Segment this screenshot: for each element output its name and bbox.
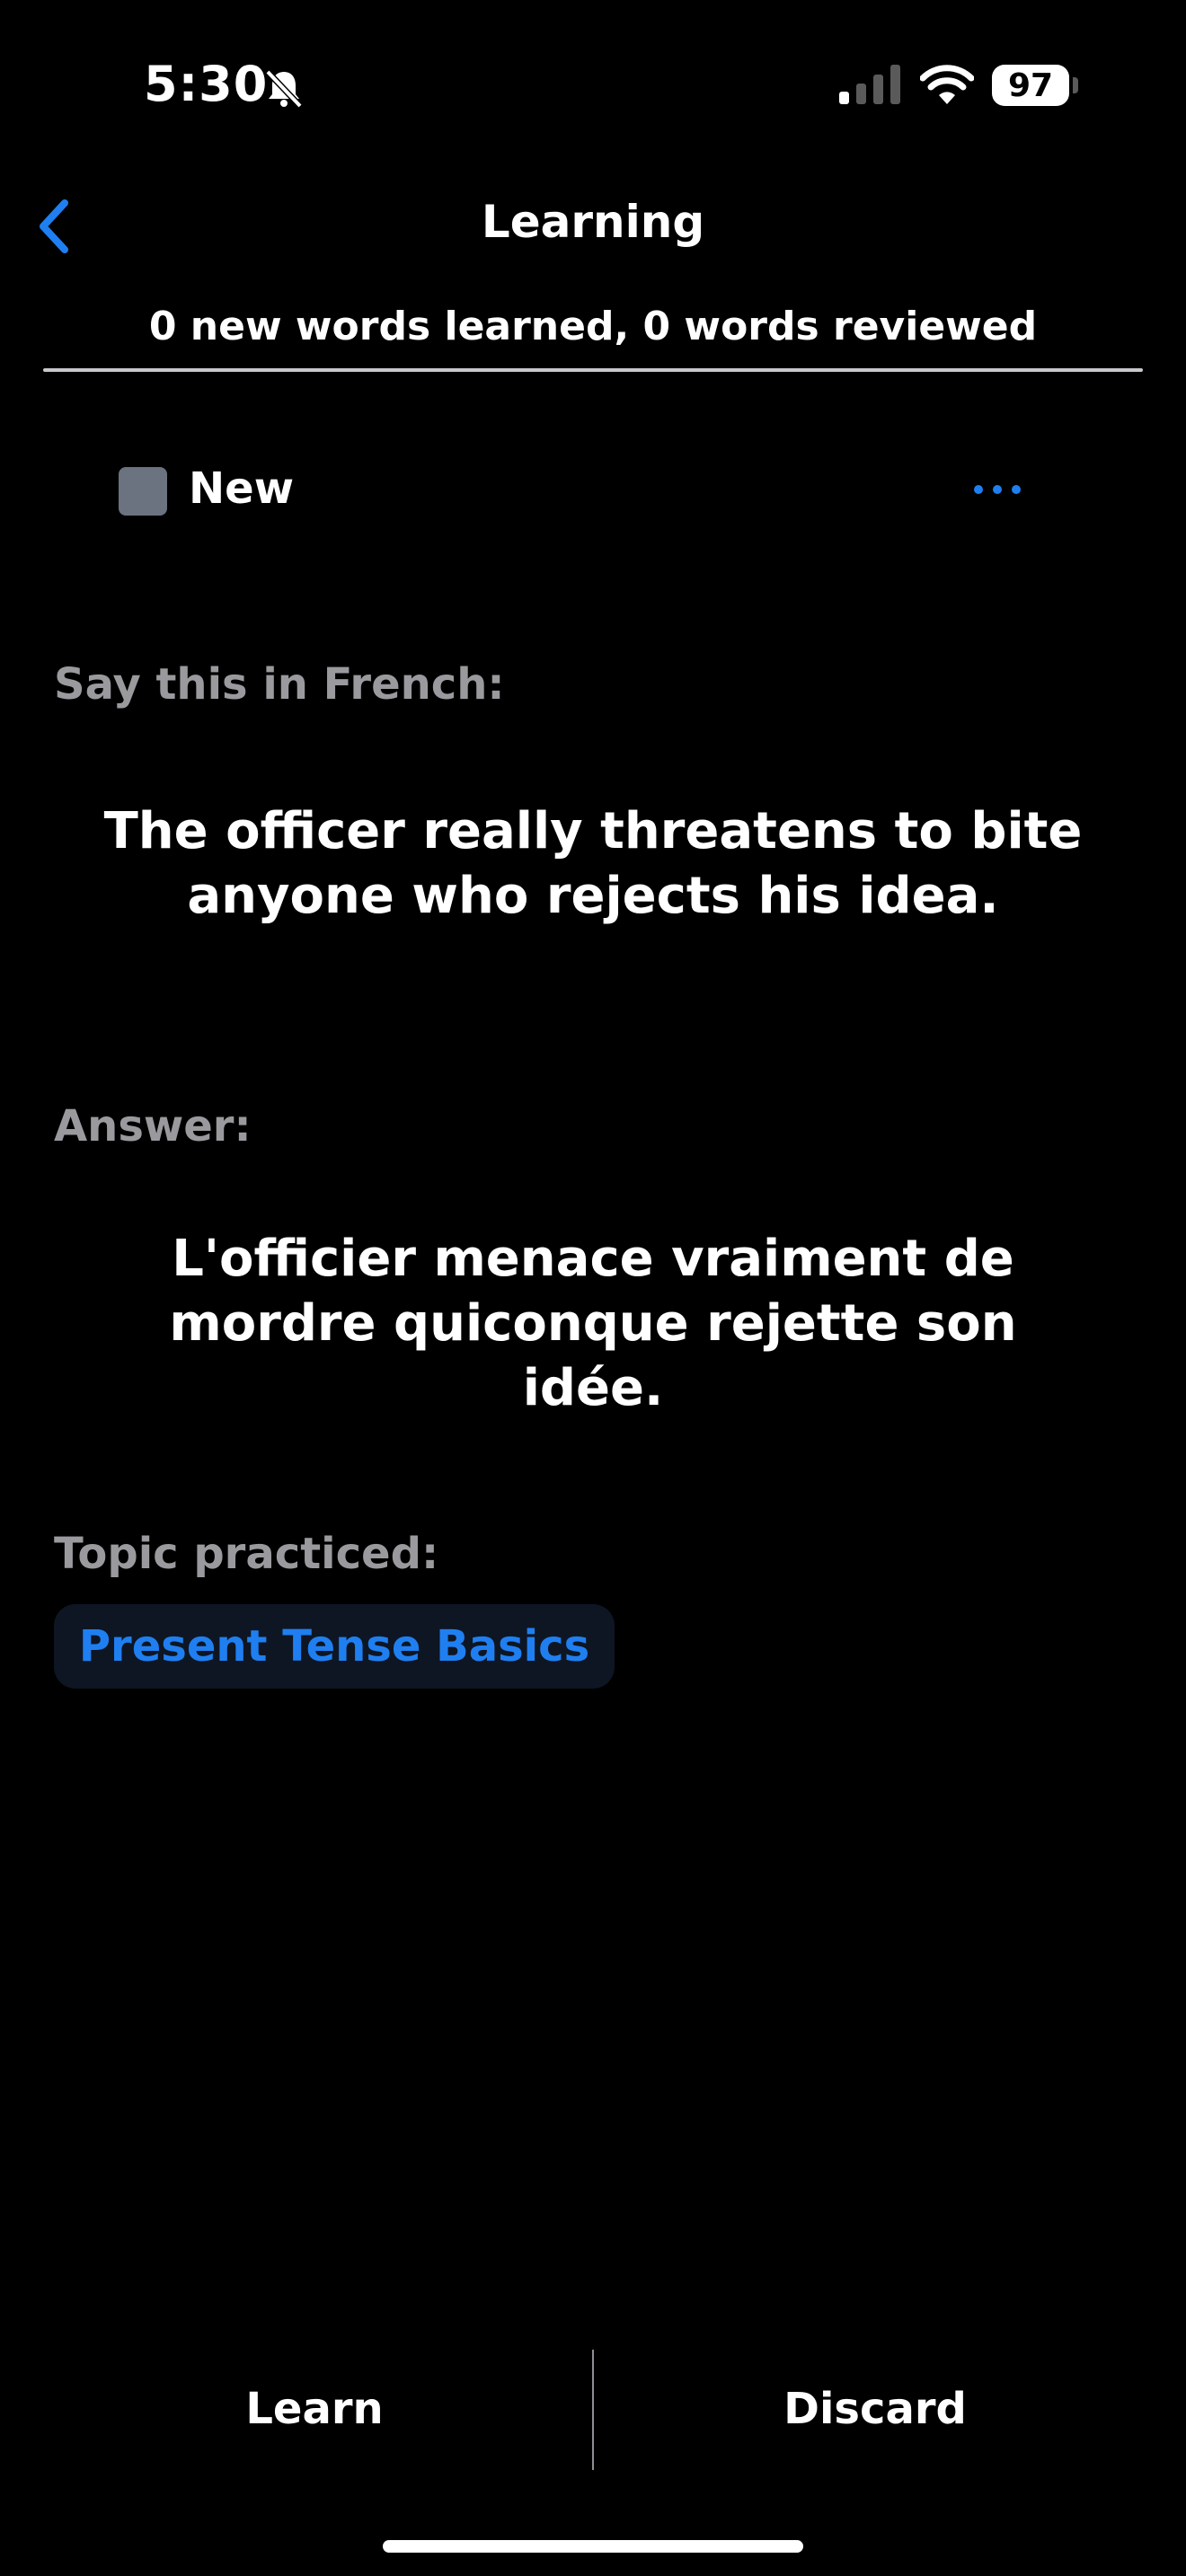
answer-line: idée. [522, 1359, 664, 1417]
status-label: New [189, 463, 295, 514]
home-indicator[interactable] [383, 2540, 803, 2553]
battery-tip [1073, 77, 1078, 93]
prompt-line: The officer really threatens to bite [103, 802, 1083, 860]
bell-muted-icon [265, 69, 303, 109]
wifi-icon [920, 65, 974, 104]
cellular-signal-icon [839, 65, 900, 104]
answer-line: L'officier menace vraiment de [172, 1230, 1014, 1288]
learn-button[interactable]: Learn [108, 2371, 521, 2447]
battery-indicator: 97 [992, 65, 1069, 106]
actions-divider [592, 2350, 594, 2470]
prompt-line: anyone who rejects his idea. [187, 867, 999, 925]
answer-line: mordre quiconque rejette son [169, 1294, 1017, 1353]
session-progress-text: 0 new words learned, 0 words reviewed [148, 304, 1038, 349]
discard-button[interactable]: Discard [668, 2371, 1082, 2447]
status-time: 5:30 [144, 56, 269, 112]
page-title: Learning [481, 196, 705, 248]
progress-divider [43, 368, 1143, 372]
answer-label: Answer: [54, 1101, 252, 1151]
prompt-sentence: The officer really threatens to bite any… [99, 799, 1087, 929]
status-color-indicator [119, 467, 167, 516]
answer-sentence: L'officier menace vraiment de mordre qui… [99, 1227, 1087, 1421]
ellipsis-icon [974, 485, 1021, 494]
more-options-button[interactable] [970, 467, 1024, 512]
topic-label: Topic practiced: [54, 1529, 439, 1579]
prompt-label: Say this in French: [54, 659, 505, 710]
topic-tag[interactable]: Present Tense Basics [54, 1604, 615, 1689]
